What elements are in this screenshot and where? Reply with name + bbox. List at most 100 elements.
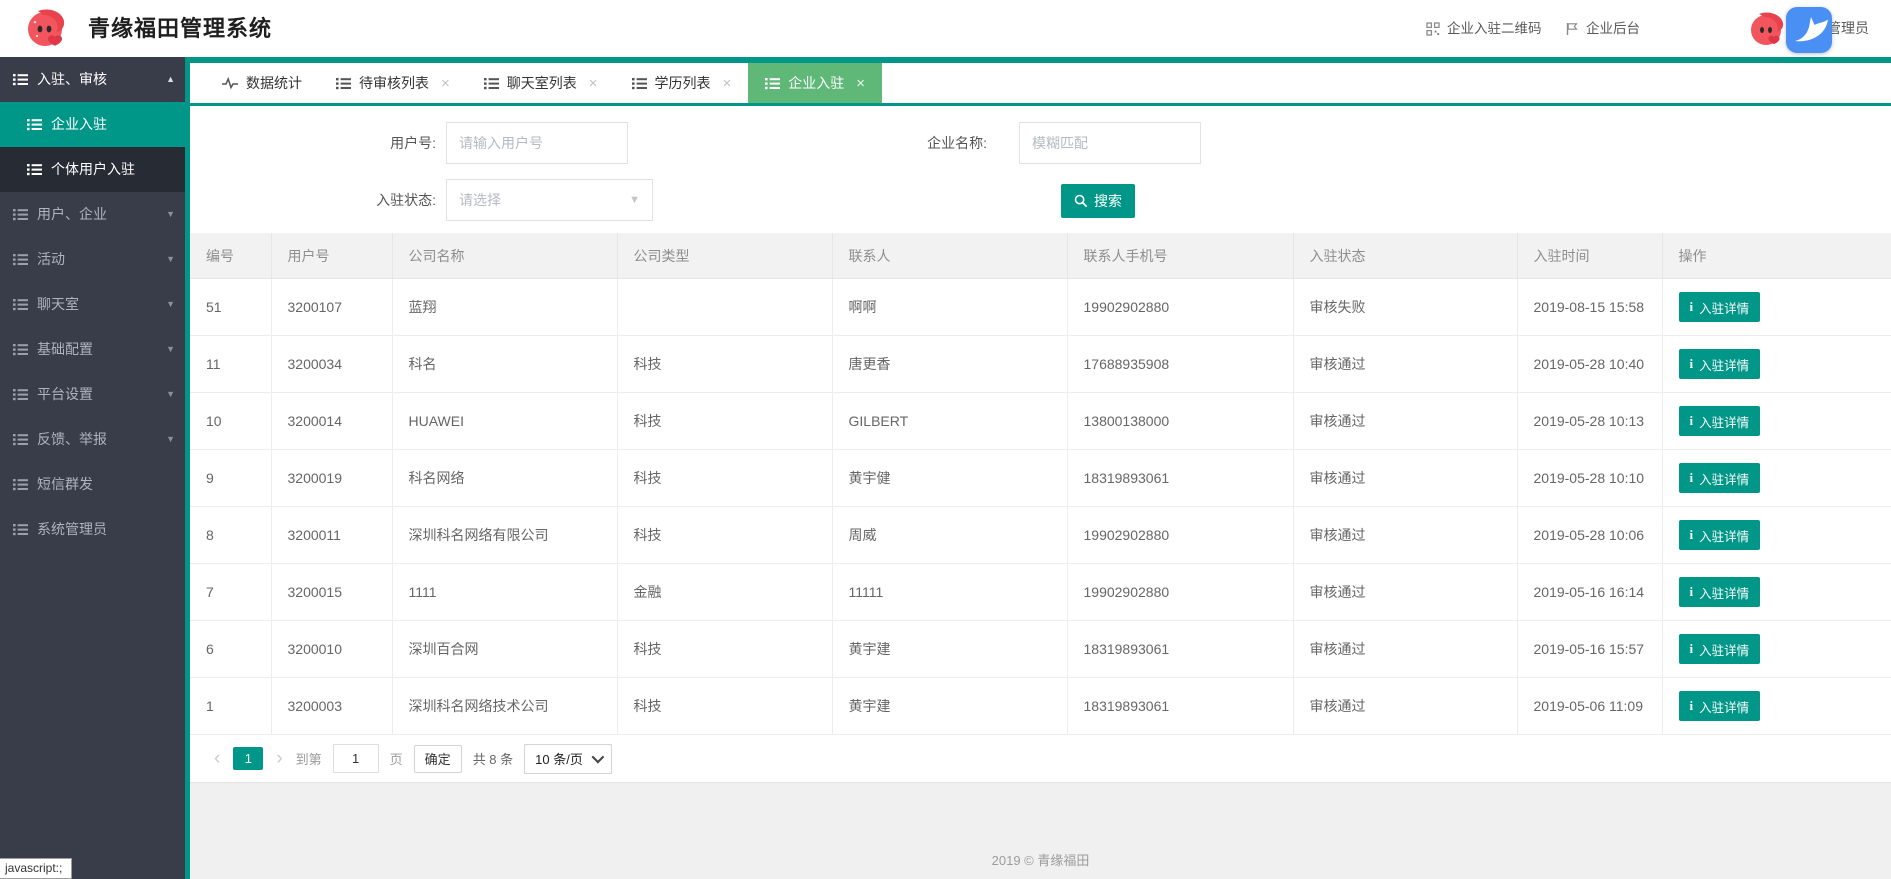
tab-1[interactable]: 待审核列表 × — [319, 63, 467, 103]
table-cell: 科技 — [617, 392, 833, 450]
caret-up-icon: ▲ — [166, 74, 175, 84]
caret-down-icon: ▼ — [166, 434, 175, 444]
tab-2[interactable]: 聊天室列表 × — [467, 63, 615, 103]
close-icon[interactable]: × — [441, 76, 450, 91]
enterprise-backend-link[interactable]: 企业后台 — [1565, 0, 1640, 57]
tab-3[interactable]: 学历列表 × — [615, 63, 749, 103]
enter-detail-button[interactable]: i 入驻详情 — [1678, 292, 1761, 322]
sidebar-item-0[interactable]: 入驻、审核 ▲ — [0, 57, 185, 102]
tab-4[interactable]: 企业入驻 × — [748, 63, 883, 103]
enter-detail-button[interactable]: i 入驻详情 — [1678, 634, 1761, 664]
sidebar-item-10[interactable]: 系统管理员 — [0, 507, 185, 552]
enterprise-qr-label: 企业入驻二维码 — [1447, 21, 1542, 36]
table-cell: 1 — [190, 677, 272, 735]
table-cell: 深圳科名网络有限公司 — [392, 506, 618, 564]
table-cell-actions: i 入驻详情 — [1662, 278, 1891, 336]
enter-detail-button[interactable]: i 入驻详情 — [1678, 349, 1761, 379]
sidebar-item-7[interactable]: 平台设置 ▼ — [0, 372, 185, 417]
prev-page-icon[interactable]: ‹ — [212, 749, 222, 768]
column-header: 入驻状态 — [1293, 233, 1518, 279]
close-icon[interactable]: × — [723, 76, 732, 91]
sidebar-item-6[interactable]: 基础配置 ▼ — [0, 327, 185, 372]
current-page-button[interactable]: 1 — [233, 747, 264, 770]
sidebar-item-4[interactable]: 活动 ▼ — [0, 237, 185, 282]
enter-detail-button[interactable]: i 入驻详情 — [1678, 520, 1761, 550]
sidebar-item-5[interactable]: 聊天室 ▼ — [0, 282, 185, 327]
close-icon[interactable]: × — [856, 76, 865, 91]
table-cell: 10 — [190, 392, 272, 450]
column-header: 公司类型 — [617, 233, 833, 279]
enter-detail-button[interactable]: i 入驻详情 — [1678, 577, 1761, 607]
sidebar-item-label: 企业入驻 — [51, 116, 107, 132]
enter-detail-label: 入驻详情 — [1699, 472, 1750, 487]
company-name-input[interactable] — [1019, 122, 1201, 164]
company-name-label: 企业名称: — [927, 135, 987, 151]
page-size-select[interactable]: 10 条/页 — [524, 743, 612, 774]
sidebar-item-8[interactable]: 反馈、举报 ▼ — [0, 417, 185, 462]
list-icon — [336, 76, 351, 91]
table-row: 51 3200107 蓝翔 啊啊 19902902880 审核失败 2019-08-15 1… — [190, 278, 1891, 336]
table-cell: 2019-05-28 10:06 — [1517, 506, 1663, 564]
column-header: 联系人 — [832, 233, 1068, 279]
main-content: 数据统计 待审核列表 × 聊天室列表 × 学历列表 × 企业入驻 × 用户号: 企业名称: 入驻… — [190, 57, 1891, 879]
sidebar-item-1[interactable]: 企业入驻 — [0, 102, 185, 147]
user-no-input[interactable] — [446, 122, 628, 164]
enter-detail-button[interactable]: i 入驻详情 — [1678, 463, 1761, 493]
total-count-label: 共 8 条 — [472, 752, 514, 767]
table-cell-actions: i 入驻详情 — [1662, 392, 1891, 450]
table-cell: 唐更香 — [832, 335, 1068, 393]
tab-label: 企业入驻 — [788, 75, 845, 91]
qr-code-icon — [1426, 21, 1440, 36]
table-cell: 审核通过 — [1293, 449, 1518, 507]
enterprise-qr-link[interactable]: 企业入驻二维码 — [1426, 0, 1542, 57]
table-cell: 黄宇建 — [832, 620, 1068, 678]
status-label: 入驻状态: — [376, 192, 436, 208]
table-cell: 黄宇健 — [832, 449, 1068, 507]
table-cell: 蓝翔 — [392, 278, 618, 336]
page-unit-label: 页 — [389, 752, 403, 767]
table-cell: 审核通过 — [1293, 506, 1518, 564]
list-icon — [13, 207, 28, 222]
table-cell: 科名 — [392, 335, 618, 393]
table-cell: 审核通过 — [1293, 392, 1518, 450]
bird-extension-icon[interactable] — [1784, 5, 1834, 55]
table-cell: 2019-05-16 15:57 — [1517, 620, 1663, 678]
app-header: 青缘福田管理系统 企业入驻二维码 企业后台 管理员 — [0, 0, 1891, 57]
avatar[interactable] — [1747, 9, 1787, 49]
table-cell: 科技 — [617, 620, 833, 678]
table-cell: 3200034 — [271, 335, 393, 393]
table-cell: 金融 — [617, 563, 833, 621]
table-body: 51 3200107 蓝翔 啊啊 19902902880 审核失败 2019-08-15 1… — [190, 278, 1891, 735]
confirm-page-button[interactable]: 确定 — [413, 744, 462, 773]
tab-0[interactable]: 数据统计 — [205, 63, 319, 103]
sidebar-item-2[interactable]: 个体用户入驻 — [0, 147, 185, 192]
tab-bar: 数据统计 待审核列表 × 聊天室列表 × 学历列表 × 企业入驻 × — [190, 63, 1891, 106]
info-icon: i — [1689, 356, 1694, 371]
table-cell: 黄宇建 — [832, 677, 1068, 735]
info-icon: i — [1689, 584, 1694, 599]
info-icon: i — [1689, 470, 1694, 485]
sidebar-item-9[interactable]: 短信群发 — [0, 462, 185, 507]
table-cell: 18319893061 — [1067, 677, 1294, 735]
list-icon — [13, 72, 28, 87]
table-row: 7 3200015 1111 金融 11111 19902902880 审核通过 2019-0… — [190, 563, 1891, 621]
table-cell: 2019-08-15 15:58 — [1517, 278, 1663, 336]
table-cell: 18319893061 — [1067, 620, 1294, 678]
pagination-bar: ‹ 1 › 到第 页 确定 共 8 条 10 条/页 — [190, 735, 1891, 783]
status-select[interactable]: 请选择 ▼ — [446, 179, 653, 221]
table-cell: 13800138000 — [1067, 392, 1294, 450]
table-cell: 深圳科名网络技术公司 — [392, 677, 618, 735]
list-icon — [13, 432, 28, 447]
close-icon[interactable]: × — [589, 76, 598, 91]
goto-page-input[interactable] — [332, 744, 379, 773]
enter-detail-button[interactable]: i 入驻详情 — [1678, 691, 1761, 721]
next-page-icon[interactable]: › — [274, 749, 284, 768]
tab-label: 数据统计 — [246, 75, 302, 91]
enter-detail-button[interactable]: i 入驻详情 — [1678, 406, 1761, 436]
sidebar-item-3[interactable]: 用户、企业 ▼ — [0, 192, 185, 237]
info-icon: i — [1689, 641, 1694, 656]
search-button-label: 搜索 — [1094, 193, 1122, 209]
pulse-icon — [222, 76, 238, 90]
flag-icon — [1566, 22, 1578, 35]
search-button[interactable]: 搜索 — [1061, 184, 1135, 218]
